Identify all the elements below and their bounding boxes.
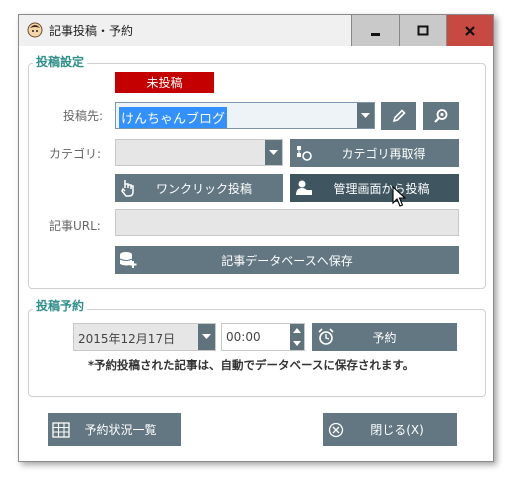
close-dialog-button[interactable]: 閉じる(X) xyxy=(323,413,457,446)
edit-target-button[interactable] xyxy=(381,102,416,130)
hand-pointer-icon xyxy=(121,180,134,197)
database-add-icon xyxy=(119,252,137,268)
schedule-title: 投稿予約 xyxy=(33,299,88,313)
target-blog-combobox[interactable]: けんちゃんブログ xyxy=(115,102,375,129)
schedule-list-label: 予約状況一覧 xyxy=(84,423,157,437)
admin-post-label: 管理画面から投稿 xyxy=(333,181,430,196)
app-icon xyxy=(27,22,43,38)
target-blog-value: けんちゃんブログ xyxy=(119,107,228,128)
time-down-button[interactable] xyxy=(290,337,304,350)
save-to-database-button[interactable]: 記事データベースへ保存 xyxy=(115,246,459,274)
maximize-button[interactable] xyxy=(399,15,446,46)
minimize-icon xyxy=(370,32,380,36)
close-dialog-label: 閉じる(X) xyxy=(370,423,424,437)
chevron-down-icon xyxy=(202,334,211,339)
refresh-category-icon xyxy=(297,146,312,161)
search-icon xyxy=(434,109,448,123)
minimize-button[interactable] xyxy=(351,15,399,46)
close-window-button[interactable] xyxy=(446,15,493,46)
window-title: 記事投稿・予約 xyxy=(49,24,134,38)
dialog-window: 記事投稿・予約 投稿設定 未投稿 投稿先: けんちゃんブログ カテゴリ: カテゴ… xyxy=(18,14,494,462)
category-label: カテゴリ: xyxy=(49,147,102,161)
one-click-post-label: ワンクリック投稿 xyxy=(155,181,252,196)
chevron-down-icon xyxy=(293,341,301,346)
reserve-label: 予約 xyxy=(372,330,397,345)
target-label: 投稿先: xyxy=(63,109,104,123)
status-badge: 未投稿 xyxy=(115,72,214,93)
reserve-button[interactable]: 予約 xyxy=(312,323,457,351)
target-dropdown-button[interactable] xyxy=(357,103,374,128)
mouse-cursor-icon xyxy=(392,186,406,207)
date-picker[interactable]: 2015年12月17日 xyxy=(73,323,216,351)
category-dropdown-button[interactable] xyxy=(265,140,282,165)
schedule-note: *予約投稿された記事は、自動でデータベースに保存されます。 xyxy=(88,358,415,372)
refetch-category-button[interactable]: カテゴリ再取得 xyxy=(290,139,459,167)
article-url-label: 記事URL: xyxy=(49,219,101,233)
one-click-post-button[interactable]: ワンクリック投稿 xyxy=(115,174,283,202)
maximize-icon xyxy=(417,25,429,35)
article-url-field[interactable] xyxy=(115,209,459,236)
chevron-down-icon xyxy=(361,112,370,118)
refetch-category-label: カテゴリ再取得 xyxy=(341,146,426,161)
category-combobox[interactable] xyxy=(115,139,283,166)
grid-table-icon xyxy=(52,421,70,438)
admin-post-button[interactable]: 管理画面から投稿 xyxy=(290,174,459,202)
schedule-list-button[interactable]: 予約状況一覧 xyxy=(48,413,181,446)
user-admin-icon xyxy=(296,180,312,195)
circle-x-icon xyxy=(328,422,344,437)
chevron-down-icon xyxy=(269,149,278,155)
time-up-button[interactable] xyxy=(290,324,304,337)
time-value: 00:00 xyxy=(226,330,261,344)
save-to-database-label: 記事データベースへ保存 xyxy=(221,253,353,268)
date-dropdown-button[interactable] xyxy=(198,324,215,350)
chevron-up-icon xyxy=(293,328,301,333)
date-value: 2015年12月17日 xyxy=(78,332,176,346)
title-bar[interactable]: 記事投稿・予約 xyxy=(19,15,493,46)
pencil-icon xyxy=(392,109,406,123)
close-icon xyxy=(465,25,475,36)
time-stepper[interactable]: 00:00 xyxy=(221,323,305,351)
alarm-clock-icon xyxy=(318,328,334,345)
post-settings-title: 投稿設定 xyxy=(33,55,88,69)
search-target-button[interactable] xyxy=(423,102,459,130)
